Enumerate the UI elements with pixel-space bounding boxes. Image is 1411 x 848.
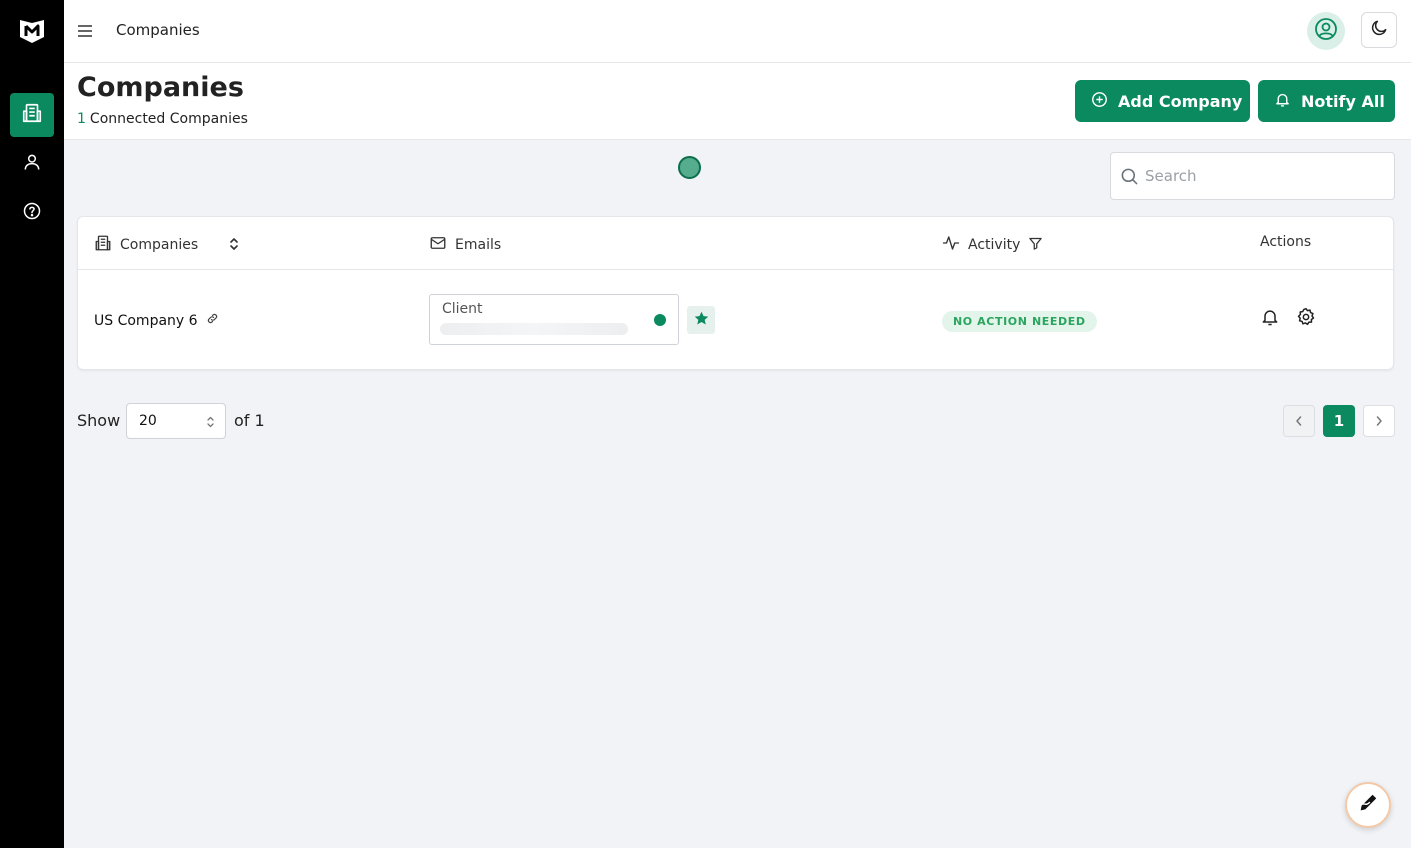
connected-count: 1: [77, 111, 86, 127]
column-header-companies[interactable]: Companies: [94, 234, 198, 256]
top-bar: Companies: [64, 0, 1411, 63]
column-label-activity: Activity: [968, 237, 1021, 253]
search-input[interactable]: [1145, 163, 1385, 189]
table-row: US Company 6 Client NO ACTION NEEDED: [78, 271, 1393, 370]
building-icon: [21, 102, 43, 128]
topbar-title: Companies: [116, 21, 200, 39]
loading-indicator: [678, 156, 701, 179]
sidebar-item-companies[interactable]: [10, 93, 54, 137]
connected-companies-summary: 1 Connected Companies: [77, 111, 248, 127]
next-page-button[interactable]: [1363, 405, 1395, 437]
company-name: US Company 6: [94, 312, 198, 329]
app-logo-icon[interactable]: [18, 17, 46, 45]
column-header-emails: Emails: [429, 234, 501, 256]
show-label: Show: [77, 411, 121, 430]
add-company-button[interactable]: Add Company: [1075, 80, 1250, 122]
notify-bell-icon[interactable]: [1260, 307, 1280, 331]
email-field[interactable]: Client: [429, 294, 679, 345]
email-status-dot: [654, 314, 666, 326]
filter-icon[interactable]: [1028, 236, 1043, 255]
chevron-up-down-icon: [206, 414, 215, 433]
column-label-emails: Emails: [455, 237, 502, 253]
chevron-left-icon: [1294, 412, 1304, 431]
help-circle-icon: [22, 201, 42, 225]
notify-all-label: Notify All: [1301, 91, 1385, 111]
bell-icon: [1274, 91, 1291, 112]
settings-gear-icon[interactable]: [1296, 307, 1316, 331]
sidebar-item-help[interactable]: [10, 191, 54, 235]
pen-tool-icon: [1357, 792, 1379, 818]
mail-icon: [429, 234, 447, 256]
page-title: Companies: [77, 72, 244, 103]
page-header: Companies 1 Connected Companies Add Compa…: [64, 63, 1411, 140]
page-size-select[interactable]: 20: [126, 403, 226, 439]
table-header: Companies Emails Activity Actions: [78, 217, 1393, 270]
email-address-redacted: [440, 323, 628, 335]
previous-page-button[interactable]: [1283, 405, 1315, 437]
column-label-companies: Companies: [120, 237, 199, 253]
companies-table: Companies Emails Activity Actions US Com…: [77, 216, 1394, 370]
floating-feedback-button[interactable]: [1345, 782, 1391, 828]
plus-circle-icon: [1091, 91, 1108, 112]
moon-icon: [1369, 18, 1389, 42]
theme-toggle-button[interactable]: [1361, 12, 1397, 48]
sidebar-item-users[interactable]: [10, 142, 54, 186]
company-name-cell[interactable]: US Company 6: [94, 312, 219, 329]
column-header-actions: Actions: [1260, 234, 1311, 250]
column-header-activity: Activity: [942, 234, 1043, 256]
page-size-value: 20: [139, 413, 157, 429]
column-label-actions: Actions: [1260, 234, 1312, 250]
search-icon: [1120, 167, 1139, 190]
activity-icon: [942, 234, 960, 256]
email-role-label: Client: [442, 301, 483, 317]
search-box: [1110, 152, 1395, 200]
primary-email-star-button[interactable]: [687, 306, 715, 334]
sort-icon[interactable]: [228, 236, 240, 255]
hamburger-menu-icon[interactable]: [77, 22, 93, 40]
chevron-right-icon: [1374, 412, 1384, 431]
user-profile-button[interactable]: [1307, 12, 1345, 50]
star-icon: [693, 310, 710, 331]
building-icon: [94, 234, 112, 256]
page-count-label: of 1: [234, 411, 265, 430]
user-icon: [22, 152, 42, 176]
add-company-label: Add Company: [1118, 91, 1243, 111]
notify-all-button[interactable]: Notify All: [1258, 80, 1395, 122]
page-button-current[interactable]: 1: [1323, 405, 1355, 437]
link-icon[interactable]: [206, 312, 219, 329]
user-circle-icon: [1314, 17, 1338, 45]
status-badge: NO ACTION NEEDED: [942, 311, 1097, 332]
connected-label: Connected Companies: [89, 111, 248, 127]
sidebar: [0, 0, 64, 848]
